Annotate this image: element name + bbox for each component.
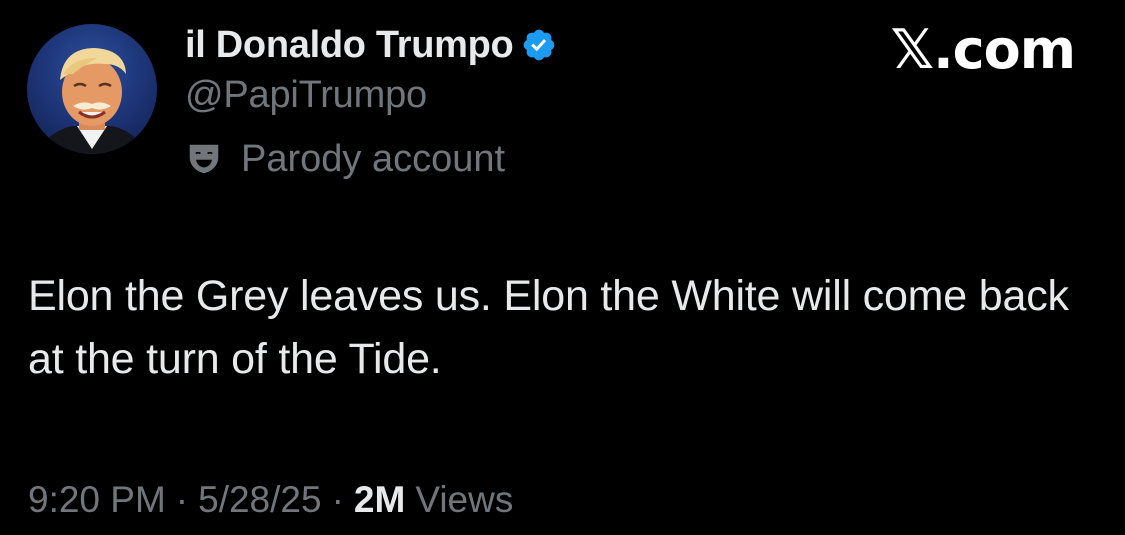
tweet-date[interactable]: 5/28/25	[198, 479, 321, 521]
handle[interactable]: @PapiTrumpo	[185, 74, 427, 117]
display-name-row: il Donaldo Trumpo	[185, 20, 557, 70]
views-count: 2M	[353, 479, 406, 520]
tweet-text: Elon the Grey leaves us. Elon the White …	[28, 272, 1069, 383]
meta-separator: ·	[331, 479, 344, 520]
views-label: Views	[415, 479, 514, 520]
avatar[interactable]	[27, 24, 157, 154]
tweet-meta: 9:20 PM · 5/28/25 · 2M Views	[28, 474, 513, 526]
parody-label-row: Parody account	[185, 134, 505, 184]
theater-masks-icon	[185, 140, 223, 178]
verified-badge-icon[interactable]	[521, 27, 557, 63]
tweet-card: il Donaldo Trumpo @PapiTrumpo Parody acc…	[0, 0, 1125, 535]
tweet-time[interactable]: 9:20 PM	[28, 479, 166, 521]
parody-account-label: Parody account	[241, 137, 506, 180]
display-name[interactable]: il Donaldo Trumpo	[185, 24, 514, 67]
brand-watermark: 𝕏.com	[890, 18, 1076, 81]
meta-separator: ·	[175, 479, 189, 520]
avatar-photo	[37, 48, 147, 154]
